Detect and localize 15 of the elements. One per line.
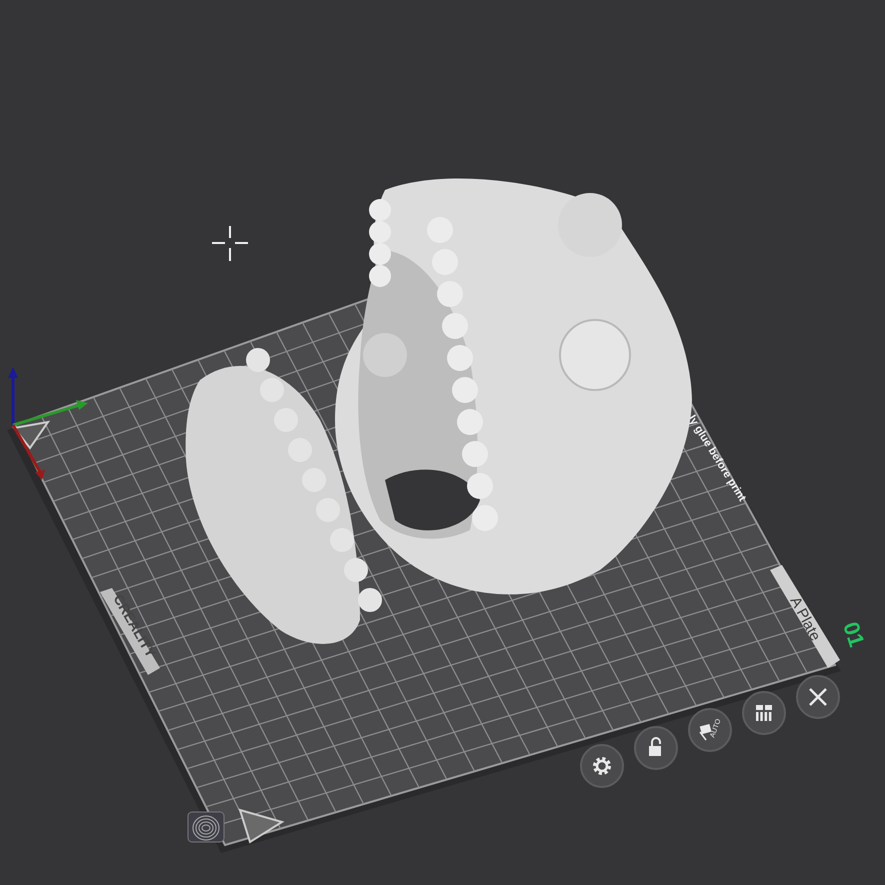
crosshair-cursor-icon — [211, 225, 249, 262]
plate-number: 01 — [838, 618, 870, 650]
grid-layout-icon — [756, 705, 772, 721]
layout-button[interactable] — [742, 691, 786, 735]
gear-icon — [593, 757, 611, 775]
lock-icon — [649, 737, 661, 756]
settings-button[interactable] — [580, 744, 624, 788]
warning-icon — [12, 420, 50, 450]
warning-icon — [238, 808, 284, 844]
close-button[interactable] — [796, 675, 840, 719]
arrange-icon — [699, 724, 712, 740]
lock-button[interactable] — [634, 726, 678, 770]
plate-name: A Plate — [786, 594, 824, 644]
close-icon — [808, 688, 828, 706]
fingerprint-icon — [188, 812, 224, 842]
